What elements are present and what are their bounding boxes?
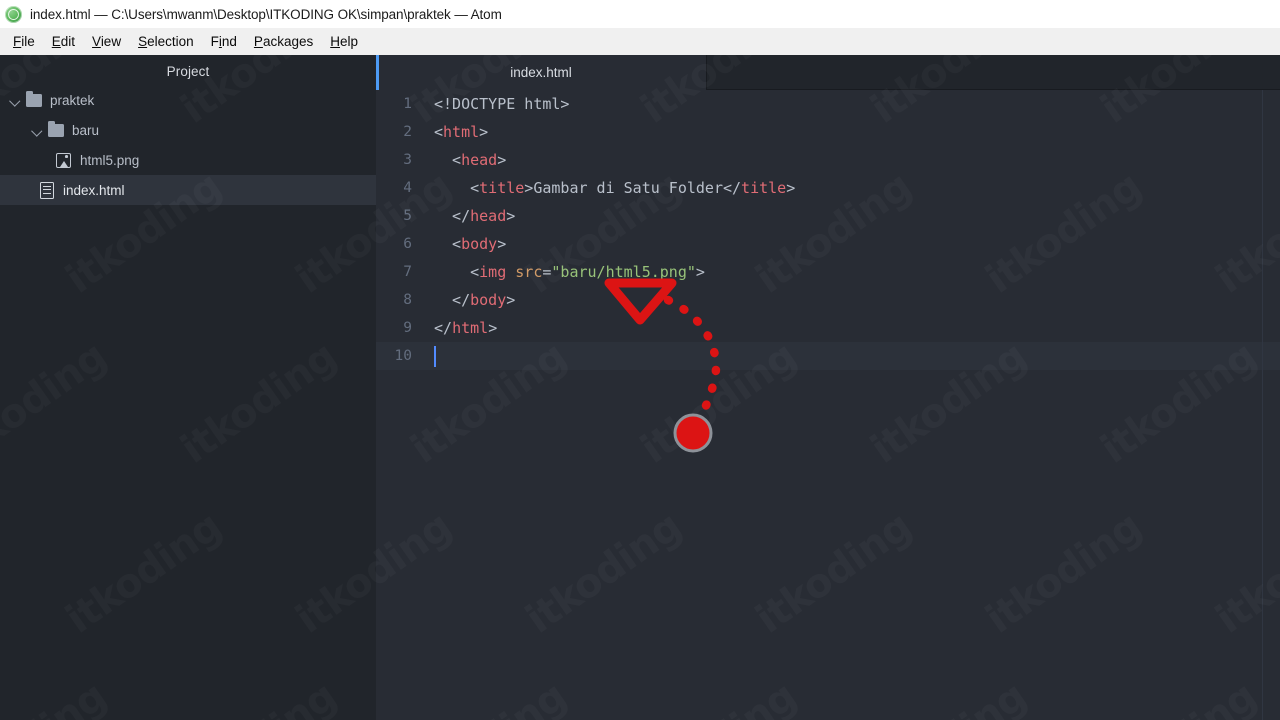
minimap-edge — [1262, 90, 1263, 720]
code-line[interactable]: 6 <body> — [376, 230, 1280, 258]
tab-bar: index.html — [376, 55, 1280, 90]
image-file-icon — [56, 152, 71, 168]
chevron-down-icon[interactable] — [30, 123, 45, 138]
line-number: 10 — [394, 348, 412, 364]
window-title: index.html — C:\Users\mwanm\Desktop\ITKO… — [30, 6, 502, 22]
menu-item-selection[interactable]: Selection — [132, 32, 205, 51]
code-line[interactable]: 3 <head> — [376, 146, 1280, 174]
code-text: <html> — [434, 123, 489, 141]
line-number: 3 — [403, 152, 412, 168]
code-line[interactable]: 7 <img src="baru/html5.png"> — [376, 258, 1280, 286]
code-editor[interactable]: 1 <!DOCTYPE html> 2 <html> 3 <head> 4 <title>Ga… — [376, 90, 1280, 720]
atom-icon — [5, 5, 22, 23]
document-file-icon — [40, 181, 54, 199]
code-line[interactable]: 4 <title>Gambar di Satu Folder</title> — [376, 174, 1280, 202]
tree-item-label: baru — [72, 122, 100, 138]
folder-icon — [48, 120, 64, 137]
tree-item-label: html5.png — [80, 152, 140, 168]
tree-item-html5-png[interactable]: html5.png — [0, 145, 376, 175]
code-line[interactable]: 9 </html> — [376, 314, 1280, 342]
text-cursor — [434, 346, 436, 367]
code-text: <!DOCTYPE html> — [434, 95, 570, 113]
tab-bar-empty-area[interactable] — [706, 55, 1280, 90]
editor-pane: index.html 1 <!DOCTYPE html> 2 <html> 3 <head… — [376, 55, 1280, 720]
code-text: <img src="baru/html5.png"> — [470, 263, 705, 281]
line-number: 8 — [403, 292, 412, 308]
menu-item-view[interactable]: View — [86, 32, 132, 51]
menu-item-packages[interactable]: Packages — [248, 32, 324, 51]
tab-active-accent — [376, 55, 379, 90]
code-line[interactable]: 5 </head> — [376, 202, 1280, 230]
line-number: 2 — [403, 124, 412, 140]
code-line[interactable]: 10 — [376, 342, 1280, 370]
code-text: <head> — [452, 151, 507, 169]
code-line[interactable]: 1 <!DOCTYPE html> — [376, 90, 1280, 118]
code-line[interactable]: 2 <html> — [376, 118, 1280, 146]
menu-item-help[interactable]: Help — [324, 32, 369, 51]
tree-item-label: index.html — [63, 182, 125, 198]
tab-label: index.html — [510, 65, 572, 80]
code-text: </body> — [452, 291, 516, 309]
menu-item-file[interactable]: File — [7, 32, 46, 51]
menu-item-find[interactable]: Find — [205, 32, 248, 51]
title-bar: index.html — C:\Users\mwanm\Desktop\ITKO… — [0, 0, 1280, 28]
code-text: <title>Gambar di Satu Folder</title> — [470, 179, 796, 197]
line-number: 5 — [403, 208, 412, 224]
line-number: 1 — [403, 96, 412, 112]
menu-bar: File Edit View Selection Find Packages Help — [0, 28, 1280, 55]
menu-item-edit[interactable]: Edit — [46, 32, 86, 51]
tree-item-praktek[interactable]: praktek — [0, 85, 376, 115]
line-number: 7 — [403, 264, 412, 280]
project-tree: praktek baru html5.png index.html — [0, 85, 376, 205]
line-number: 4 — [403, 180, 412, 196]
code-text: <body> — [452, 235, 507, 253]
project-sidebar: Project praktek baru html5.png index.html — [0, 55, 376, 720]
sidebar-title: Project — [166, 64, 210, 79]
line-number: 9 — [403, 320, 412, 336]
code-text: </html> — [434, 319, 498, 337]
tree-item-baru[interactable]: baru — [0, 115, 376, 145]
line-number: 6 — [403, 236, 412, 252]
code-text: </head> — [452, 207, 516, 225]
tab-index-html[interactable]: index.html — [376, 55, 706, 90]
tree-item-index-html[interactable]: index.html — [0, 175, 376, 205]
chevron-down-icon[interactable] — [8, 93, 23, 108]
tree-item-label: praktek — [50, 92, 95, 108]
code-line[interactable]: 8 </body> — [376, 286, 1280, 314]
folder-icon — [26, 90, 42, 107]
